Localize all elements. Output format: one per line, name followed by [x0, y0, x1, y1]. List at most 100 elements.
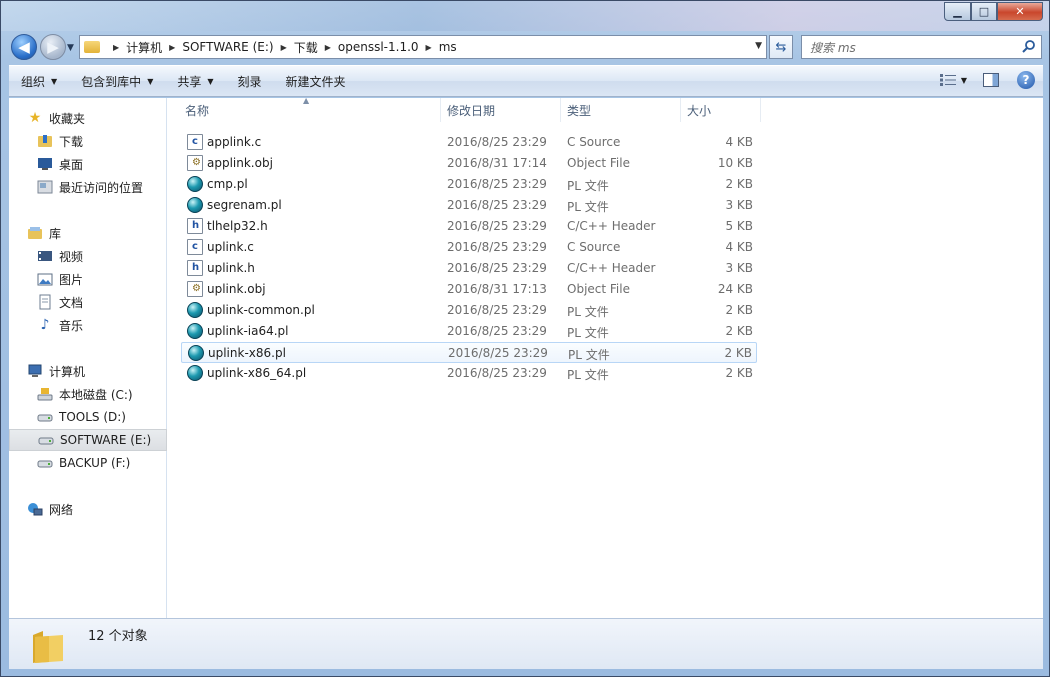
- column-header-label: 名称: [185, 103, 210, 118]
- perl-file-icon: [187, 365, 203, 381]
- sidebar-item-label: 音乐: [59, 318, 84, 333]
- file-size: 2 KB: [724, 346, 752, 360]
- picture-library-icon: [37, 271, 53, 287]
- breadcrumb-ms[interactable]: ms: [439, 40, 457, 54]
- organize-menu[interactable]: 组织 ▼: [9, 66, 69, 96]
- details-pane: 12 个对象: [9, 618, 1043, 669]
- sidebar-network-label: 网络: [49, 502, 74, 517]
- sidebar-favorites[interactable]: ★ 收藏夹: [27, 107, 185, 129]
- file-size: 2 KB: [725, 324, 753, 338]
- drive-icon: [37, 409, 53, 425]
- forward-button[interactable]: ▶: [40, 34, 66, 60]
- breadcrumb-openssl[interactable]: openssl-1.1.0: [338, 40, 419, 54]
- file-size: 2 KB: [725, 366, 753, 380]
- column-header-label: 类型: [567, 103, 592, 118]
- file-name: tlhelp32.h: [207, 219, 268, 233]
- sidebar-libraries[interactable]: 库: [27, 222, 185, 244]
- share-menu[interactable]: 共享 ▼: [165, 66, 225, 96]
- file-row[interactable]: ⚙ applink.obj 2016/8/31 17:14 Object Fil…: [181, 153, 757, 174]
- search-placeholder: 搜索 ms: [810, 40, 856, 55]
- chevron-down-icon: ▼: [51, 76, 58, 86]
- address-history-dropdown[interactable]: ▼: [755, 41, 762, 51]
- column-header-label: 修改日期: [447, 103, 496, 118]
- object-file-icon: ⚙: [187, 155, 203, 171]
- window-controls: ▁ □ ✕: [944, 2, 1043, 21]
- file-name: uplink-ia64.pl: [207, 324, 289, 338]
- new-folder-button[interactable]: 新建文件夹: [274, 66, 358, 96]
- file-type: PL 文件: [567, 305, 609, 319]
- explorer-window: ▁ □ ✕ ◀ ▶ ▼ ▶ 计算机 ▶ SOFTWARE (E:) ▶ 下载 ▶…: [0, 0, 1050, 677]
- file-size: 2 KB: [725, 177, 753, 191]
- file-row[interactable]: cmp.pl 2016/8/25 23:29 PL 文件 2 KB: [181, 174, 757, 195]
- column-header-name[interactable]: 名称: [179, 98, 441, 122]
- chevron-right-icon[interactable]: ▶: [325, 43, 331, 52]
- view-dropdown-icon[interactable]: ▼: [961, 76, 967, 85]
- chevron-right-icon[interactable]: ▶: [113, 43, 119, 52]
- star-icon: ★: [28, 110, 42, 126]
- chevron-right-icon[interactable]: ▶: [169, 43, 175, 52]
- sidebar-item-label: 本地磁盘 (C:): [59, 387, 133, 402]
- file-row[interactable]: uplink-common.pl 2016/8/25 23:29 PL 文件 2…: [181, 300, 757, 321]
- file-type: PL 文件: [567, 200, 609, 214]
- perl-file-icon: [188, 345, 204, 361]
- file-date: 2016/8/25 23:29: [447, 261, 547, 275]
- sidebar-computer[interactable]: 计算机: [27, 360, 185, 382]
- file-date: 2016/8/25 23:29: [447, 177, 547, 191]
- maximize-button[interactable]: □: [971, 2, 997, 21]
- close-button[interactable]: ✕: [997, 2, 1043, 21]
- preview-pane-icon[interactable]: [983, 73, 999, 87]
- file-row[interactable]: uplink-x86_64.pl 2016/8/25 23:29 PL 文件 2…: [181, 363, 757, 384]
- file-row[interactable]: c uplink.c 2016/8/25 23:29 C Source 4 KB: [181, 237, 757, 258]
- drive-icon: [38, 432, 54, 448]
- column-header-size[interactable]: 大小: [681, 98, 761, 122]
- chevron-right-icon[interactable]: ▶: [426, 43, 432, 52]
- back-button[interactable]: ◀: [11, 34, 37, 60]
- file-name: uplink.obj: [207, 282, 266, 296]
- file-row[interactable]: segrenam.pl 2016/8/25 23:29 PL 文件 3 KB: [181, 195, 757, 216]
- file-row[interactable]: uplink-ia64.pl 2016/8/25 23:29 PL 文件 2 K…: [181, 321, 757, 342]
- refresh-button[interactable]: ⇆: [769, 35, 793, 59]
- file-type: C/C++ Header: [567, 261, 656, 275]
- view-options-icon[interactable]: [939, 73, 957, 87]
- file-type: PL 文件: [567, 368, 609, 382]
- file-row[interactable]: uplink-x86.pl 2016/8/25 23:29 PL 文件 2 KB: [181, 342, 757, 363]
- sidebar-network[interactable]: 网络: [27, 498, 185, 520]
- file-date: 2016/8/31 17:13: [447, 282, 547, 296]
- minimize-button[interactable]: ▁: [944, 2, 971, 21]
- sidebar-item-drive-e[interactable]: SOFTWARE (E:): [9, 429, 167, 451]
- burn-button[interactable]: 刻录: [226, 66, 274, 96]
- chevron-right-icon[interactable]: ▶: [281, 43, 287, 52]
- sidebar-item-label: 桌面: [59, 157, 84, 172]
- search-icon[interactable]: [1022, 39, 1036, 53]
- breadcrumb-software-drive[interactable]: SOFTWARE (E:): [182, 40, 273, 54]
- file-type: C Source: [567, 240, 621, 254]
- chevron-down-icon: ▼: [147, 76, 154, 86]
- file-row[interactable]: h uplink.h 2016/8/25 23:29 C/C++ Header …: [181, 258, 757, 279]
- column-header-type[interactable]: 类型: [561, 98, 681, 122]
- file-row[interactable]: ⚙ uplink.obj 2016/8/31 17:13 Object File…: [181, 279, 757, 300]
- sidebar-item-label: 文档: [59, 295, 84, 310]
- recent-pages-dropdown[interactable]: ▼: [67, 43, 74, 53]
- file-date: 2016/8/25 23:29: [447, 366, 547, 380]
- new-folder-label: 新建文件夹: [285, 74, 346, 89]
- file-row[interactable]: c applink.c 2016/8/25 23:29 C Source 4 K…: [181, 132, 757, 153]
- column-header-date[interactable]: 修改日期: [441, 98, 561, 122]
- address-bar[interactable]: ▶ 计算机 ▶ SOFTWARE (E:) ▶ 下载 ▶ openssl-1.1…: [79, 35, 767, 59]
- file-size: 2 KB: [725, 303, 753, 317]
- help-icon[interactable]: ?: [1017, 71, 1035, 89]
- breadcrumb-computer[interactable]: 计算机: [126, 39, 162, 56]
- search-input[interactable]: 搜索 ms: [801, 35, 1042, 59]
- header-file-icon: h: [187, 218, 203, 234]
- file-row[interactable]: h tlhelp32.h 2016/8/25 23:29 C/C++ Heade…: [181, 216, 757, 237]
- file-size: 10 KB: [717, 156, 753, 170]
- command-bar: 组织 ▼ 包含到库中 ▼ 共享 ▼ 刻录 新建文件夹 ▼ ?: [9, 65, 1043, 97]
- file-date: 2016/8/25 23:29: [447, 219, 547, 233]
- navigation-bar: ◀ ▶ ▼ ▶ 计算机 ▶ SOFTWARE (E:) ▶ 下载 ▶ opens…: [1, 31, 1049, 63]
- file-date: 2016/8/25 23:29: [447, 324, 547, 338]
- object-file-icon: ⚙: [187, 281, 203, 297]
- include-in-library-menu[interactable]: 包含到库中 ▼: [69, 66, 165, 96]
- breadcrumb-downloads[interactable]: 下载: [294, 39, 318, 56]
- file-name: applink.obj: [207, 156, 273, 170]
- sort-ascending-icon: ▲: [303, 96, 310, 105]
- computer-icon: [27, 363, 43, 379]
